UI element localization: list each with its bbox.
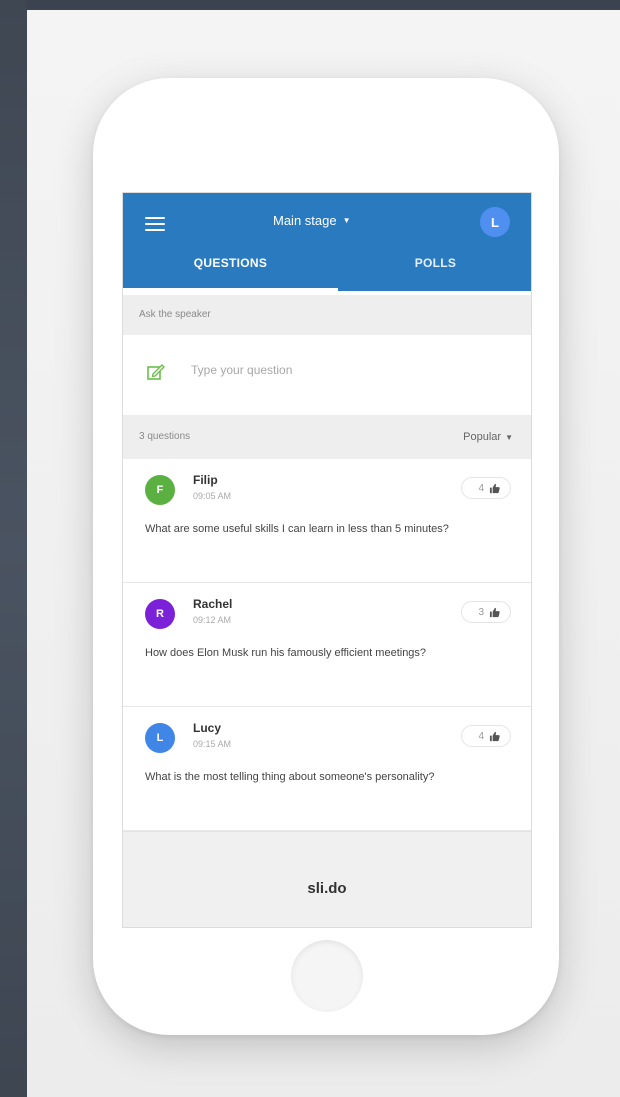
author-name: Lucy: [193, 721, 222, 735]
pencil-icon: [147, 364, 165, 380]
sort-dropdown[interactable]: Popular ▼: [463, 415, 513, 460]
thumbs-up-icon: [489, 483, 500, 493]
tab-questions[interactable]: QUESTIONS: [123, 256, 338, 291]
questions-count-bar: 3 questions Popular ▼: [123, 415, 531, 459]
event-title: Main stage: [273, 213, 337, 228]
brand-logo: sli.do: [307, 880, 347, 897]
sort-label: Popular: [463, 431, 502, 443]
question-text: What are some useful skills I can learn …: [145, 523, 449, 535]
author-name: Rachel: [193, 597, 233, 611]
like-button[interactable]: 4: [461, 477, 511, 499]
app-header: Main stage ▼ L QUESTIONS POLLS: [123, 193, 531, 291]
timestamp: 09:05 AM: [193, 491, 232, 501]
background-top-strip: [0, 0, 620, 10]
question-text: How does Elon Musk run his famously effi…: [145, 647, 427, 659]
thumbs-up-icon: [489, 731, 500, 741]
active-tab-indicator: [123, 288, 338, 291]
avatar: L: [145, 723, 175, 753]
menu-icon[interactable]: [145, 217, 165, 231]
like-button[interactable]: 3: [461, 601, 511, 623]
tab-polls[interactable]: POLLS: [338, 256, 531, 291]
question-text: What is the most telling thing about som…: [145, 771, 435, 783]
question-item: L Lucy 09:15 AM 4 What is the most telli…: [123, 707, 531, 831]
question-item: F Filip 09:05 AM 4 What are some useful …: [123, 459, 531, 583]
question-input[interactable]: [191, 363, 491, 377]
questions-count: 3 questions: [139, 431, 191, 442]
chevron-down-icon: ▼: [505, 433, 513, 442]
home-button[interactable]: [291, 940, 363, 1012]
like-count: 3: [478, 606, 484, 618]
app-screen: Main stage ▼ L QUESTIONS POLLS Ask the sp…: [122, 192, 532, 928]
timestamp: 09:15 AM: [193, 739, 232, 749]
ask-question-row[interactable]: [123, 335, 531, 415]
author-name: Filip: [193, 473, 218, 487]
like-count: 4: [478, 730, 484, 742]
ask-section-label: Ask the speaker: [123, 295, 531, 335]
background-left-strip: [0, 0, 27, 1097]
thumbs-up-icon: [489, 607, 500, 617]
avatar: F: [145, 475, 175, 505]
footer: sli.do: [123, 831, 531, 927]
event-switcher[interactable]: Main stage ▼: [273, 213, 351, 235]
like-count: 4: [478, 482, 484, 494]
like-button[interactable]: 4: [461, 725, 511, 747]
chevron-down-icon: ▼: [342, 216, 351, 225]
avatar: R: [145, 599, 175, 629]
user-avatar[interactable]: L: [480, 207, 510, 237]
timestamp: 09:12 AM: [193, 615, 232, 625]
question-item: R Rachel 09:12 AM 3 How does Elon Musk r…: [123, 583, 531, 707]
